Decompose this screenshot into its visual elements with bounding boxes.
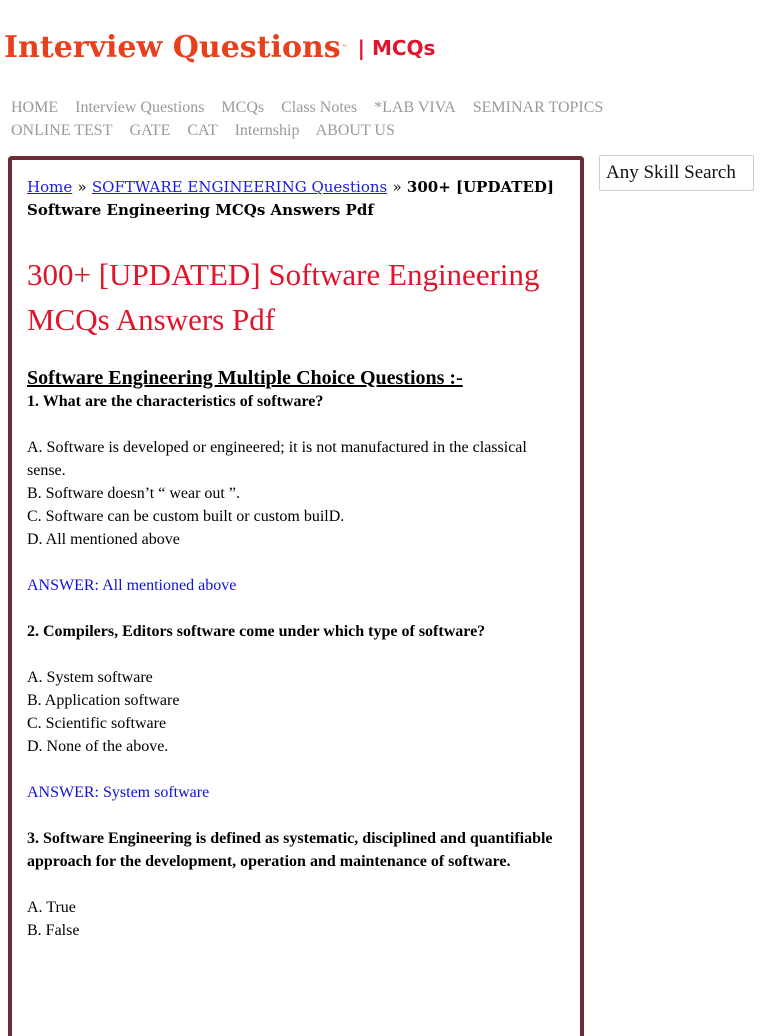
breadcrumb-home-link[interactable]: Home — [27, 178, 72, 196]
site-logo[interactable]: Interview Questions ™ | MCQs — [4, 30, 435, 65]
question-3-option-a: A. True — [27, 899, 76, 916]
nav-class-notes[interactable]: Class Notes — [281, 99, 357, 116]
brand-title: Interview Questions — [4, 30, 341, 65]
breadcrumb: Home » SOFTWARE ENGINEERING Questions » … — [27, 176, 567, 222]
question-2-option-b: B. Application software — [27, 692, 180, 709]
question-2: 2. Compilers, Editors software come unde… — [27, 623, 486, 640]
question-1-option-b: B. Software doesn’t “ wear out ”. — [27, 485, 240, 502]
section-heading: Software Engineering Multiple Choice Que… — [27, 367, 463, 389]
question-1-option-c: C. Software can be custom built or custo… — [27, 508, 345, 525]
nav-gate[interactable]: GATE — [129, 122, 170, 139]
brand-subtitle: | MCQs — [357, 35, 436, 60]
question-2-option-c: C. Scientific software — [27, 715, 167, 732]
question-1-option-d: D. All mentioned above — [27, 531, 180, 548]
question-3-option-b: B. False — [27, 922, 80, 939]
nav-mcqs[interactable]: MCQs — [221, 99, 264, 116]
nav-lab-viva[interactable]: *LAB VIVA — [374, 99, 456, 116]
question-2-option-d: D. None of the above. — [27, 738, 169, 755]
skill-search-input[interactable] — [599, 155, 754, 191]
nav-cat[interactable]: CAT — [187, 122, 217, 139]
question-1-option-a: A. Software is developed or engineered; … — [27, 439, 527, 479]
page-title: 300+ [UPDATED] Software Engineering MCQs… — [27, 257, 540, 337]
nav-seminar-topics[interactable]: SEMINAR TOPICS — [473, 99, 604, 116]
nav-internship[interactable]: Internship — [235, 122, 300, 139]
breadcrumb-separator: » — [392, 178, 402, 196]
breadcrumb-separator: » — [77, 178, 87, 196]
question-1: 1. What are the characteristics of softw… — [27, 393, 324, 410]
nav-interview-questions[interactable]: Interview Questions — [75, 99, 204, 116]
question-2-answer: ANSWER: System software — [27, 784, 210, 801]
brand-trademark: ™ — [341, 44, 348, 51]
nav-about-us[interactable]: ABOUT US — [316, 122, 395, 139]
nav-home[interactable]: HOME — [11, 99, 58, 116]
question-3: 3. Software Engineering is defined as sy… — [27, 830, 553, 870]
main-nav: HOME Interview Questions MCQs Class Note… — [11, 96, 671, 142]
breadcrumb-category-link[interactable]: SOFTWARE ENGINEERING Questions — [92, 178, 387, 196]
question-1-answer: ANSWER: All mentioned above — [27, 577, 237, 594]
nav-online-test[interactable]: ONLINE TEST — [11, 122, 112, 139]
question-2-option-a: A. System software — [27, 669, 153, 686]
article-container: Home » SOFTWARE ENGINEERING Questions » … — [8, 156, 584, 1036]
